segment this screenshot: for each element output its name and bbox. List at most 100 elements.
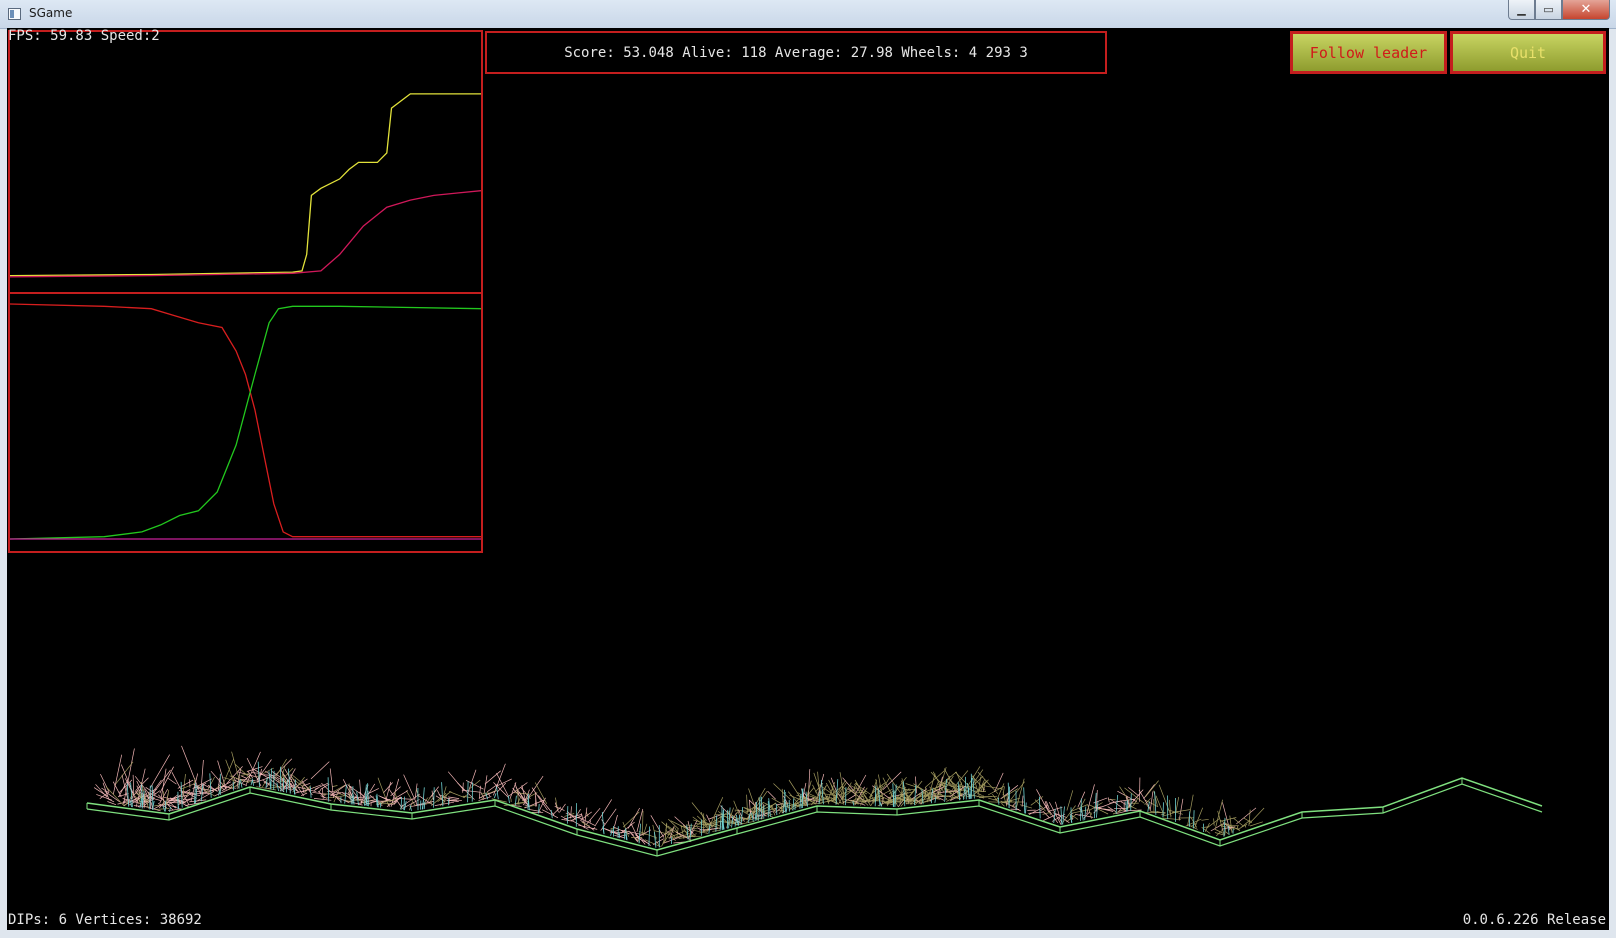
car-wire: [1115, 798, 1135, 803]
car-wire: [571, 815, 583, 821]
car-wheel-spoke: [1162, 802, 1164, 818]
car-wheel-spoke: [433, 787, 435, 808]
car-wheel-spoke: [250, 780, 253, 786]
car-wire: [240, 775, 248, 779]
car-wheel-spoke: [527, 793, 529, 810]
car-wire: [1224, 826, 1227, 836]
car-wire: [781, 788, 784, 806]
car-wire: [1225, 831, 1229, 835]
car-wire: [1201, 818, 1209, 821]
car-wheel-spoke: [1039, 796, 1041, 819]
car-wire: [1120, 801, 1127, 805]
car-wheel-spoke: [257, 761, 260, 788]
car-wheel-spoke: [404, 800, 407, 811]
car-wire: [1213, 818, 1215, 826]
car-wire: [1187, 794, 1194, 827]
car-wheel-spoke: [352, 794, 355, 805]
car-wire: [559, 803, 566, 813]
car-wire: [1021, 795, 1024, 807]
terrain-surface-bottom: [86, 783, 1543, 857]
population-history-panel: [8, 292, 483, 553]
car-wire: [1219, 817, 1237, 822]
car-wire: [661, 821, 675, 833]
minimize-button[interactable]: ▁: [1508, 0, 1535, 20]
car-wire: [767, 790, 776, 800]
car-wire: [388, 804, 390, 807]
car-wire: [1015, 778, 1025, 809]
car-wire: [1145, 780, 1159, 798]
car-wheel-spoke: [130, 800, 132, 808]
car-wire: [1042, 810, 1050, 819]
game-viewport[interactable]: FPS: 59.83 Speed:2 Score: 53.048 Alive: …: [7, 28, 1609, 930]
series-line-crimson: [10, 190, 481, 278]
car-wheel-spoke: [719, 820, 722, 831]
series-line-yellow: [10, 93, 481, 277]
score-history-chart: [10, 93, 481, 278]
dips-vertices-readout: DIPs: 6 Vertices: 38692: [8, 912, 202, 928]
version-label: 0.0.6.226 Release: [1462, 912, 1606, 928]
car-wheel-spoke: [169, 806, 171, 812]
car-wheel-spoke: [775, 803, 778, 816]
quit-button[interactable]: Quit: [1450, 31, 1606, 74]
car-wire: [1001, 803, 1005, 807]
score-status-text: Score: 53.048 Alive: 118 Average: 27.98 …: [564, 44, 1028, 61]
car-wheel-spoke: [1193, 810, 1195, 829]
car-wire: [394, 791, 398, 799]
car-wire: [839, 772, 845, 793]
car-wire: [577, 816, 597, 827]
car-wire: [746, 794, 748, 814]
car-wheel-spoke: [232, 781, 234, 791]
car-wire: [100, 773, 110, 793]
car-wire: [734, 811, 739, 816]
close-button[interactable]: ✕: [1562, 0, 1610, 20]
car-wire: [225, 759, 235, 783]
car-wire: [522, 775, 544, 806]
car-wire: [332, 785, 338, 787]
car-wire: [145, 787, 157, 795]
car-wheel-spoke: [467, 781, 469, 803]
car-wire: [372, 800, 387, 802]
car-wire: [642, 810, 644, 836]
quit-label: Quit: [1509, 43, 1547, 62]
car-wire: [570, 806, 572, 819]
car-wire: [813, 772, 822, 794]
car-wire: [1119, 786, 1130, 802]
app-icon: [8, 8, 21, 20]
car-wire: [524, 804, 528, 807]
car-wire: [1232, 817, 1244, 826]
car-wire: [447, 771, 465, 791]
follow-leader-button[interactable]: Follow leader: [1290, 31, 1447, 74]
car-wire: [1194, 807, 1204, 829]
car-wire: [650, 815, 665, 838]
car-wire: [181, 745, 201, 795]
car-wheel-spoke: [1080, 798, 1082, 821]
car-wire: [513, 792, 530, 795]
car-wire: [1237, 820, 1251, 831]
car-wheel-spoke: [1023, 787, 1026, 814]
car-wheel-spoke: [965, 776, 967, 800]
maximize-button[interactable]: ▭: [1535, 0, 1562, 20]
car-wire: [155, 808, 170, 810]
car-wheel-spoke: [507, 795, 510, 804]
car-wire: [277, 780, 293, 782]
car-wire: [690, 833, 697, 836]
car-wire: [149, 754, 171, 789]
car-wire: [1066, 790, 1074, 811]
car-wire: [434, 801, 454, 806]
car-wire: [1030, 796, 1044, 806]
car-wire: [773, 783, 791, 801]
car-wire: [159, 766, 174, 794]
car-wire: [329, 793, 350, 804]
car-wheel-spoke: [931, 788, 933, 804]
series-line-red: [10, 303, 481, 538]
car-wire: [333, 784, 347, 792]
car-wire: [807, 769, 811, 802]
car-wire: [614, 814, 618, 827]
car-wire: [496, 772, 509, 797]
car-wire: [246, 766, 263, 772]
car-wire: [696, 827, 702, 831]
car-wire: [817, 771, 820, 793]
car-wheel-spoke: [618, 832, 621, 839]
car-wire: [112, 754, 123, 795]
car-wire: [430, 786, 439, 798]
